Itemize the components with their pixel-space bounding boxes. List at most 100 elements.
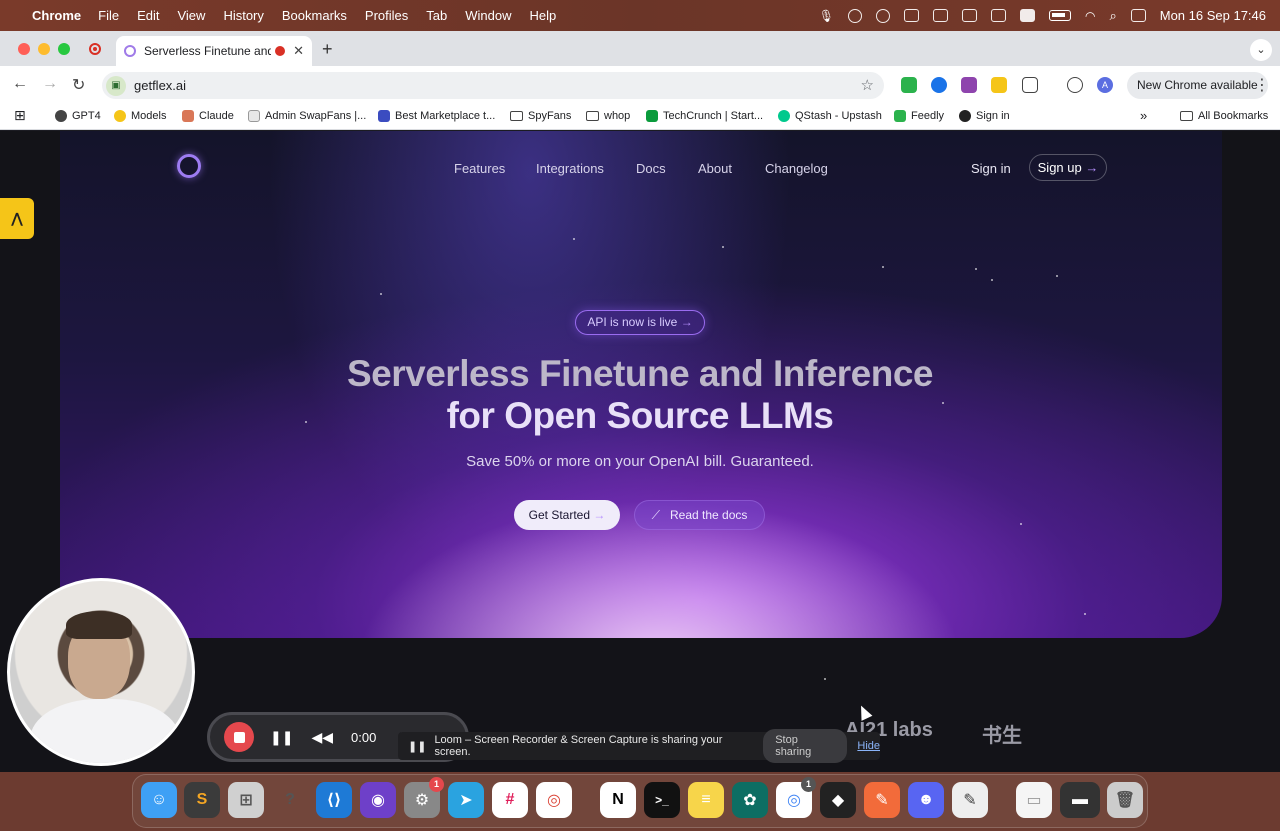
microphone-icon[interactable]: 🎙 — [819, 9, 834, 23]
extension-green-icon[interactable] — [901, 77, 917, 93]
slack-icon[interactable]: # — [492, 782, 528, 818]
menu-app-name[interactable]: Chrome — [32, 8, 81, 23]
chatgpt-icon[interactable]: ✿ — [732, 782, 768, 818]
menu-history[interactable]: History — [223, 8, 263, 23]
address-bar[interactable]: ▣ getflex.ai ☆ — [102, 72, 884, 99]
notion-dock-icon[interactable]: N — [600, 782, 636, 818]
extension-onepassword-icon[interactable] — [931, 77, 947, 93]
menu-view[interactable]: View — [177, 8, 205, 23]
box-app-icon[interactable]: ◆ — [820, 782, 856, 818]
hide-banner-link[interactable]: Hide — [857, 740, 880, 752]
more-bookmarks-icon[interactable]: » — [1140, 108, 1147, 123]
extension-yellow-icon[interactable] — [991, 77, 1007, 93]
text-input-icon[interactable] — [1019, 9, 1035, 22]
menu-help[interactable]: Help — [530, 8, 557, 23]
discord-icon[interactable]: ☻ — [908, 782, 944, 818]
stop-sharing-button[interactable]: Stop sharing — [763, 729, 848, 763]
tab-search-button[interactable]: ⌄ — [1250, 39, 1272, 61]
forward-icon[interactable]: → — [42, 75, 58, 93]
menu-tab[interactable]: Tab — [426, 8, 447, 23]
bookmark-sign-in[interactable]: Sign in — [959, 110, 1010, 122]
loom-camera-bubble[interactable] — [7, 578, 195, 766]
bookmark-admin-swapfans[interactable]: Admin SwapFans |... — [248, 110, 366, 122]
menu-bookmarks[interactable]: Bookmarks — [282, 8, 347, 23]
trash-icon[interactable]: 🗑 — [1107, 782, 1143, 818]
pen-app-icon[interactable]: ✎ — [864, 782, 900, 818]
notes-icon[interactable]: ≡ — [688, 782, 724, 818]
nav-about[interactable]: About — [698, 161, 732, 176]
terminal-icon[interactable]: >_ — [644, 782, 680, 818]
clipboard-icon[interactable] — [903, 9, 919, 22]
sign-up-button[interactable]: Sign up → — [1029, 154, 1107, 181]
menu-file[interactable]: File — [98, 8, 119, 23]
github-desktop-icon[interactable]: ◉ — [360, 782, 396, 818]
back-icon[interactable]: ← — [12, 75, 28, 93]
chrome-profile-icon[interactable]: ◎ 1 — [776, 777, 816, 818]
bookmark-feedly[interactable]: Feedly — [894, 110, 944, 122]
spotlight-search-icon[interactable]: ⌕ — [1109, 8, 1116, 24]
wifi-icon[interactable]: ◠ — [1085, 9, 1095, 23]
textedit-icon[interactable]: ✎ — [952, 782, 988, 818]
apps-grid-icon[interactable]: ⊞ — [14, 107, 26, 124]
bookmark-claude[interactable]: Claude — [182, 110, 234, 122]
bookmark-whop[interactable]: whop — [586, 110, 630, 122]
telegram-icon[interactable]: ➤ — [448, 782, 484, 818]
onepassword-icon[interactable] — [847, 8, 862, 23]
menu-window[interactable]: Window — [465, 8, 511, 23]
display-icon[interactable] — [990, 9, 1006, 22]
bookmark-techcrunch[interactable]: TechCrunch | Start... — [646, 110, 763, 122]
recording-tab-icon[interactable] — [89, 43, 101, 55]
get-started-button[interactable]: Get Started → — [514, 500, 620, 530]
read-docs-button[interactable]: ⟋ Read the docs — [634, 500, 765, 530]
bookmark-models[interactable]: Models — [114, 110, 166, 122]
help-question-icon[interactable]: ? — [272, 782, 308, 818]
chrome-dock-icon[interactable]: ◎ — [536, 782, 572, 818]
menubar-clock[interactable]: Mon 16 Sep 17:46 — [1160, 8, 1266, 23]
sign-in-link[interactable]: Sign in — [971, 161, 1011, 176]
nav-features[interactable]: Features — [454, 161, 505, 176]
control-center-icon[interactable] — [1130, 9, 1146, 22]
screen-mirror-icon[interactable] — [961, 9, 977, 22]
bookmark-star-icon[interactable]: ☆ — [861, 76, 874, 94]
launchpad-icon[interactable]: ⊞ — [228, 782, 264, 818]
vscode-icon[interactable]: ⟨⟩ — [316, 782, 352, 818]
bookmark-qstash[interactable]: QStash - Upstash — [778, 110, 882, 122]
close-tab-icon[interactable]: ✕ — [293, 43, 304, 59]
sublime-text-icon[interactable]: S — [184, 782, 220, 818]
notion-icon[interactable] — [932, 9, 948, 22]
floating-extension-tab[interactable]: ⋀ — [0, 198, 34, 239]
tab-getflex[interactable]: Serverless Finetune and I ✕ — [116, 36, 312, 66]
document-icon[interactable]: ▭ — [1016, 782, 1052, 818]
flex-logo-icon[interactable] — [177, 154, 201, 178]
nav-docs[interactable]: Docs — [636, 161, 666, 176]
extension-purple-icon[interactable] — [961, 77, 977, 93]
profile-avatar[interactable]: A — [1097, 77, 1113, 93]
bookmark-spyfans[interactable]: SpyFans — [510, 110, 571, 122]
nav-changelog[interactable]: Changelog — [765, 161, 828, 176]
menu-edit[interactable]: Edit — [137, 8, 159, 23]
downloads-icon[interactable] — [1067, 77, 1083, 93]
announcement-pill[interactable]: API is now is live → — [575, 310, 705, 335]
new-chrome-available-button[interactable]: New Chrome available — [1127, 72, 1268, 99]
zoom-window-button[interactable] — [58, 43, 70, 55]
new-tab-button[interactable]: + — [322, 39, 333, 60]
url-text[interactable]: getflex.ai — [134, 78, 186, 93]
battery-icon[interactable] — [1048, 10, 1071, 21]
system-settings-icon[interactable]: ⚙ 1 — [404, 777, 444, 818]
finder-icon[interactable]: ☺ — [141, 782, 177, 818]
pause-icon[interactable]: ❚❚ — [270, 729, 293, 746]
drag-handle-icon[interactable]: ❚❚ — [408, 740, 426, 753]
restart-icon[interactable]: ◀◀ — [311, 729, 333, 746]
extensions-puzzle-icon[interactable] — [1022, 77, 1038, 93]
all-bookmarks[interactable]: All Bookmarks — [1180, 110, 1268, 122]
site-info-icon[interactable]: ▣ — [106, 75, 126, 96]
reload-icon[interactable]: ↻ — [72, 75, 85, 95]
minimize-window-button[interactable] — [38, 43, 50, 55]
window-thumbnail-icon[interactable]: ▬ — [1060, 782, 1100, 818]
menu-profiles[interactable]: Profiles — [365, 8, 408, 23]
nav-integrations[interactable]: Integrations — [536, 161, 604, 176]
bookmark-gpt4[interactable]: GPT4 — [55, 110, 101, 122]
bookmark-best-marketplace[interactable]: Best Marketplace t... — [378, 110, 495, 122]
stop-recording-button[interactable] — [224, 722, 254, 752]
close-window-button[interactable] — [18, 43, 30, 55]
